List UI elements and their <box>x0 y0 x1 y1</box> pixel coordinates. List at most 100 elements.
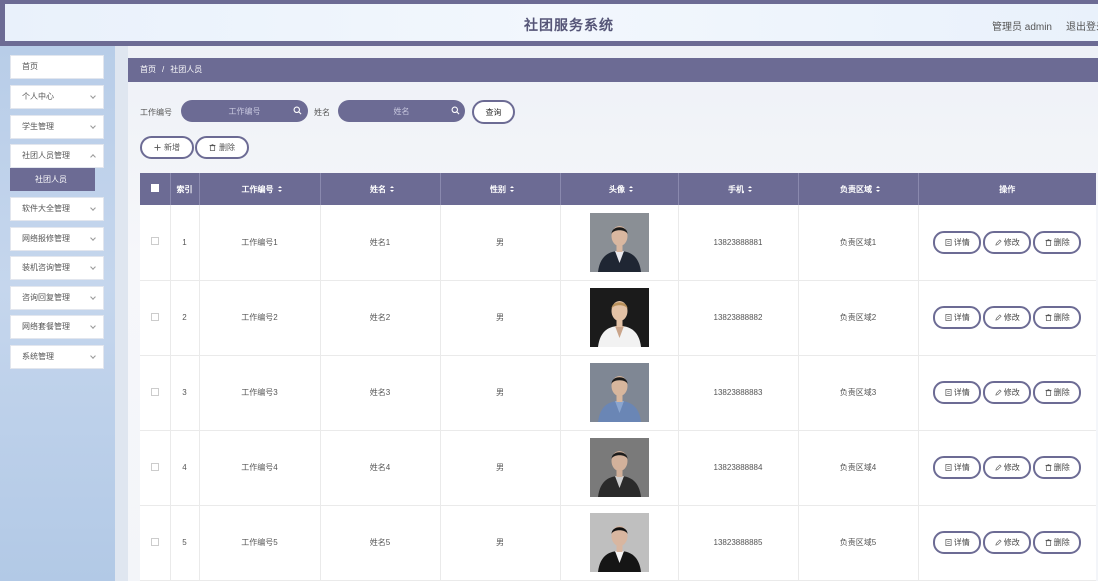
row-select-cell[interactable] <box>140 505 171 581</box>
chevron-up-icon <box>90 154 96 160</box>
cell-name: 姓名1 <box>320 205 441 281</box>
chevron-down-icon <box>90 294 96 300</box>
cell-job-number: 工作编号3 <box>199 355 321 431</box>
column-header-label: 姓名 <box>370 184 386 194</box>
breadcrumb-separator: / <box>162 65 165 74</box>
sidebar-item-network-package[interactable]: 网络套餐管理 <box>10 315 104 339</box>
select-all-cell[interactable] <box>140 173 171 205</box>
avatar[interactable] <box>589 212 649 272</box>
detail-button[interactable]: 详情 <box>933 531 982 554</box>
cell-gender: 男 <box>440 505 561 581</box>
delete-button-label: 删除 <box>219 143 235 152</box>
cell-avatar <box>560 280 679 356</box>
row-select-cell[interactable] <box>140 280 171 356</box>
sidebar-item-personal-center[interactable]: 个人中心 <box>10 85 104 109</box>
row-checkbox[interactable] <box>150 312 159 321</box>
row-delete-button[interactable]: 删除 <box>1033 531 1082 554</box>
row-delete-button-label: 删除 <box>1053 463 1070 472</box>
detail-button[interactable]: 详情 <box>933 456 982 479</box>
row-select-cell[interactable] <box>140 430 171 506</box>
breadcrumb-home[interactable]: 首页 <box>140 65 156 74</box>
cell-index: 3 <box>170 355 200 431</box>
avatar[interactable] <box>589 363 649 422</box>
delete-button[interactable]: 删除 <box>195 136 249 159</box>
cell-actions: 详情 修改 删除 <box>918 205 1096 281</box>
chevron-down-icon <box>90 123 96 129</box>
table-row: 4 工作编号4 姓名4 男 13823888884 负责区域4 详情 修改 删除 <box>140 430 1096 506</box>
sidebar-item-students[interactable]: 学生管理 <box>10 115 104 139</box>
avatar[interactable] <box>589 288 649 347</box>
sidebar-item-consult-reply[interactable]: 咨询回复管理 <box>10 286 104 310</box>
cell-name: 姓名2 <box>320 280 441 356</box>
plus-icon <box>154 144 161 151</box>
row-checkbox[interactable] <box>150 387 159 396</box>
add-button[interactable]: 新增 <box>140 136 194 159</box>
column-header-area[interactable]: 负责区域 <box>798 173 919 205</box>
chevron-down-icon <box>90 323 96 329</box>
sidebar-subitem-club-staff[interactable]: 社团人员 <box>10 168 95 191</box>
row-delete-button[interactable]: 删除 <box>1033 306 1082 329</box>
detail-button-label: 详情 <box>953 313 970 322</box>
edit-button[interactable]: 修改 <box>983 230 1032 254</box>
sidebar-item-home[interactable]: 首页 <box>10 55 104 79</box>
trash-icon <box>1045 464 1052 471</box>
edit-button-label: 修改 <box>1003 388 1020 397</box>
query-button[interactable]: 查询 <box>472 100 515 124</box>
detail-button-label: 详情 <box>953 463 970 472</box>
sidebar-item-label: 社团人员管理 <box>22 151 70 160</box>
row-delete-button-label: 删除 <box>1053 313 1070 322</box>
column-header-label: 手机 <box>728 184 744 194</box>
edit-button[interactable]: 修改 <box>983 381 1032 404</box>
row-checkbox[interactable] <box>150 462 159 471</box>
sidebar-item-label: 网络套餐管理 <box>22 322 70 331</box>
edit-icon <box>995 389 1002 396</box>
row-select-cell[interactable] <box>140 205 171 281</box>
row-delete-button[interactable]: 删除 <box>1033 381 1082 404</box>
name-input[interactable] <box>338 100 465 122</box>
sidebar-item-label: 学生管理 <box>22 122 54 131</box>
cell-area: 负责区域4 <box>798 430 919 506</box>
row-checkbox[interactable] <box>150 537 159 546</box>
table-row: 1 工作编号1 姓名1 男 13823888881 负责区域1 详情 修改 删除 <box>140 205 1096 281</box>
sidebar-item-club-staff[interactable]: 社团人员管理 <box>10 144 104 168</box>
sidebar-item-system[interactable]: 系统管理 <box>10 345 104 369</box>
cell-job-number: 工作编号4 <box>199 430 321 506</box>
select-all-checkbox[interactable] <box>150 184 159 192</box>
row-checkbox[interactable] <box>150 237 159 246</box>
document-icon <box>945 464 952 471</box>
detail-button[interactable]: 详情 <box>933 230 982 254</box>
add-button-label: 新增 <box>164 143 180 152</box>
cell-area: 负责区域1 <box>798 205 919 281</box>
row-delete-button[interactable]: 删除 <box>1033 230 1082 254</box>
column-header-actions: 操作 <box>999 184 1016 194</box>
main-content: 首页/社团人员 工作编号 姓名 查询 新增 删除 索引 工作编号 姓名 性 <box>128 46 1098 581</box>
detail-button[interactable]: 详情 <box>933 381 982 404</box>
edit-button[interactable]: 修改 <box>983 456 1032 479</box>
logout-link[interactable]: 退出登录 <box>1066 18 1098 33</box>
avatar[interactable] <box>589 513 649 572</box>
sidebar-item-network-repair[interactable]: 网络报修管理 <box>10 227 104 251</box>
row-select-cell[interactable] <box>140 355 171 431</box>
breadcrumb: 首页 / 社团人员 <box>128 58 1098 82</box>
column-header-phone[interactable]: 手机 <box>678 173 799 205</box>
detail-button[interactable]: 详情 <box>933 306 982 329</box>
column-header-name[interactable]: 姓名 <box>320 173 441 205</box>
sidebar-item-install-consult[interactable]: 装机咨询管理 <box>10 256 104 280</box>
table-row: 5 工作编号5 姓名5 男 13823888885 负责区域5 详情 修改 删除 <box>140 505 1096 581</box>
job-number-input[interactable] <box>181 100 308 122</box>
edit-button[interactable]: 修改 <box>983 306 1032 329</box>
avatar[interactable] <box>589 438 649 497</box>
sidebar-item-software[interactable]: 软件大全管理 <box>10 197 104 221</box>
column-header-gender[interactable]: 性别 <box>440 173 561 205</box>
sidebar-item-label: 个人中心 <box>22 92 54 101</box>
cell-actions: 详情 修改 删除 <box>918 280 1096 356</box>
cell-phone: 13823888881 <box>678 205 799 281</box>
row-delete-button[interactable]: 删除 <box>1033 456 1082 479</box>
cell-area: 负责区域5 <box>798 505 919 581</box>
cell-area: 负责区域3 <box>798 355 919 431</box>
column-header-job-number[interactable]: 工作编号 <box>199 173 321 205</box>
document-icon <box>945 539 952 546</box>
row-delete-button-label: 删除 <box>1053 237 1070 247</box>
column-header-avatar[interactable]: 头像 <box>560 173 679 205</box>
edit-button[interactable]: 修改 <box>983 531 1032 554</box>
